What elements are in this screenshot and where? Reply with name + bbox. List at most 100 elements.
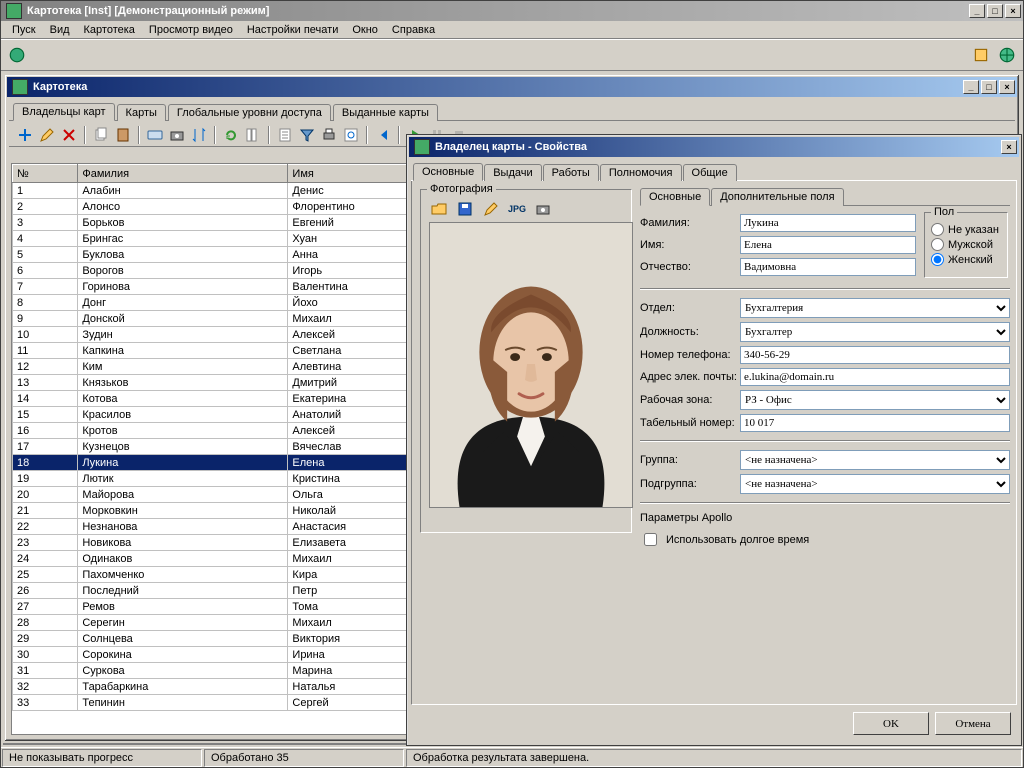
child-tab-3[interactable]: Выданные карты — [333, 104, 438, 121]
dialog-tab-0[interactable]: Основные — [413, 163, 483, 181]
input-tab-number[interactable] — [740, 414, 1010, 432]
radio-gender-female[interactable] — [931, 253, 944, 266]
toolbar-copy-icon[interactable] — [91, 125, 111, 145]
toolbar-filter-icon[interactable] — [297, 125, 317, 145]
cell: Котова — [78, 391, 288, 407]
select-zone[interactable]: РЗ - Офис — [740, 390, 1010, 410]
select-department[interactable]: Бухгалтерия — [740, 298, 1010, 318]
cell: 5 — [13, 247, 78, 263]
toolbar-icon-globe[interactable] — [995, 43, 1019, 67]
toolbar-edit-icon[interactable] — [37, 125, 57, 145]
app-close-button[interactable]: × — [1005, 4, 1021, 18]
dialog-tab-2[interactable]: Работы — [543, 164, 599, 181]
cell: Алабин — [78, 183, 288, 199]
cell: 21 — [13, 503, 78, 519]
toolbar-preview-icon[interactable] — [341, 125, 361, 145]
toolbar-icon-hand[interactable] — [969, 43, 993, 67]
child-maximize-button[interactable]: □ — [981, 80, 997, 94]
card-owner-dialog: Владелец карты - Свойства × ОсновныеВыда… — [406, 134, 1022, 746]
cell: Донг — [78, 295, 288, 311]
toolbar-camera-icon[interactable] — [167, 125, 187, 145]
radio-gender-male[interactable] — [931, 238, 944, 251]
gender-legend: Пол — [931, 206, 957, 218]
cell: Красилов — [78, 407, 288, 423]
cancel-button[interactable]: Отмена — [935, 712, 1011, 735]
cell: Зудин — [78, 327, 288, 343]
cell: Князьков — [78, 375, 288, 391]
select-position[interactable]: Бухгалтер — [740, 322, 1010, 342]
menu-Справка[interactable]: Справка — [385, 22, 442, 38]
subfield-tabstrip: ОсновныеДополнительные поля — [640, 187, 1010, 206]
app-minimize-button[interactable]: _ — [969, 4, 985, 18]
menu-Просмотр видео[interactable]: Просмотр видео — [142, 22, 240, 38]
input-surname[interactable] — [740, 214, 916, 232]
toolbar-add-icon[interactable] — [15, 125, 35, 145]
checkbox-long-time[interactable] — [644, 533, 657, 546]
col-header[interactable]: Фамилия — [78, 165, 288, 183]
toolbar-sort-icon[interactable] — [189, 125, 209, 145]
subfield-tab-0[interactable]: Основные — [640, 188, 710, 206]
cell: 10 — [13, 327, 78, 343]
cell: 1 — [13, 183, 78, 199]
cell: Солнцева — [78, 631, 288, 647]
photo-open-icon[interactable] — [429, 199, 449, 219]
photo-save-icon[interactable] — [455, 199, 475, 219]
photo-clear-icon[interactable] — [481, 199, 501, 219]
status-left: Не показывать прогресс — [2, 749, 202, 767]
child-tab-0[interactable]: Владельцы карт — [13, 103, 115, 121]
cell: Тепинин — [78, 695, 288, 711]
child-close-button[interactable]: × — [999, 80, 1015, 94]
app-maximize-button[interactable]: □ — [987, 4, 1003, 18]
ok-button[interactable]: OK — [853, 712, 929, 735]
card-file-titlebar: Картотека _ □ × — [7, 77, 1017, 97]
photo-jpg-icon[interactable]: JPG — [507, 199, 527, 219]
radio-gender-none[interactable] — [931, 223, 944, 236]
cell: 9 — [13, 311, 78, 327]
child-tabstrip: Владельцы картКартыГлобальные уровни дос… — [9, 99, 1015, 121]
toolbar-delete-icon[interactable] — [59, 125, 79, 145]
dialog-tab-1[interactable]: Выдачи — [484, 164, 541, 181]
menu-Вид[interactable]: Вид — [43, 22, 77, 38]
toolbar-refresh-icon[interactable] — [221, 125, 241, 145]
child-tab-2[interactable]: Глобальные уровни доступа — [168, 104, 331, 121]
select-subgroup[interactable]: <не назначена> — [740, 474, 1010, 494]
toolbar-icon-run[interactable] — [5, 43, 29, 67]
menu-Картотека[interactable]: Картотека — [77, 22, 142, 38]
menu-Настройки печати[interactable]: Настройки печати — [240, 22, 346, 38]
cell: 4 — [13, 231, 78, 247]
cell: 8 — [13, 295, 78, 311]
cell: Донской — [78, 311, 288, 327]
select-group[interactable]: <не назначена> — [740, 450, 1010, 470]
subfield-tab-1[interactable]: Дополнительные поля — [711, 188, 843, 206]
toolbar-columns-icon[interactable] — [243, 125, 263, 145]
checkbox-long-time-label: Использовать долгое время — [666, 534, 809, 546]
dialog-panel: Фотография JPG — [411, 181, 1017, 705]
col-header[interactable]: № — [13, 165, 78, 183]
input-email[interactable] — [740, 368, 1010, 386]
card-file-title: Картотека — [31, 81, 961, 93]
input-patronymic[interactable] — [740, 258, 916, 276]
photo-camera-icon[interactable] — [533, 199, 553, 219]
dialog-close-button[interactable]: × — [1001, 140, 1017, 154]
dialog-tab-4[interactable]: Общие — [683, 164, 737, 181]
cell: 20 — [13, 487, 78, 503]
dialog-titlebar[interactable]: Владелец карты - Свойства × — [409, 137, 1019, 157]
label-email: Адрес элек. почты: — [640, 371, 740, 383]
toolbar-paste-icon[interactable] — [113, 125, 133, 145]
app-titlebar: Картотека [Inst] [Демонстрационный режим… — [1, 1, 1023, 21]
toolbar-card-icon[interactable] — [145, 125, 165, 145]
toolbar-first-icon[interactable] — [373, 125, 393, 145]
input-name[interactable] — [740, 236, 916, 254]
menu-Пуск[interactable]: Пуск — [5, 22, 43, 38]
radio-gender-female-label: Женский — [948, 254, 993, 266]
toolbar-export-icon[interactable] — [275, 125, 295, 145]
cell: Майорова — [78, 487, 288, 503]
toolbar-print-icon[interactable] — [319, 125, 339, 145]
cell: Алонсо — [78, 199, 288, 215]
menu-Окно[interactable]: Окно — [345, 22, 385, 38]
child-minimize-button[interactable]: _ — [963, 80, 979, 94]
cell: 26 — [13, 583, 78, 599]
dialog-tab-3[interactable]: Полномочия — [600, 164, 682, 181]
input-phone[interactable] — [740, 346, 1010, 364]
child-tab-1[interactable]: Карты — [117, 104, 166, 121]
